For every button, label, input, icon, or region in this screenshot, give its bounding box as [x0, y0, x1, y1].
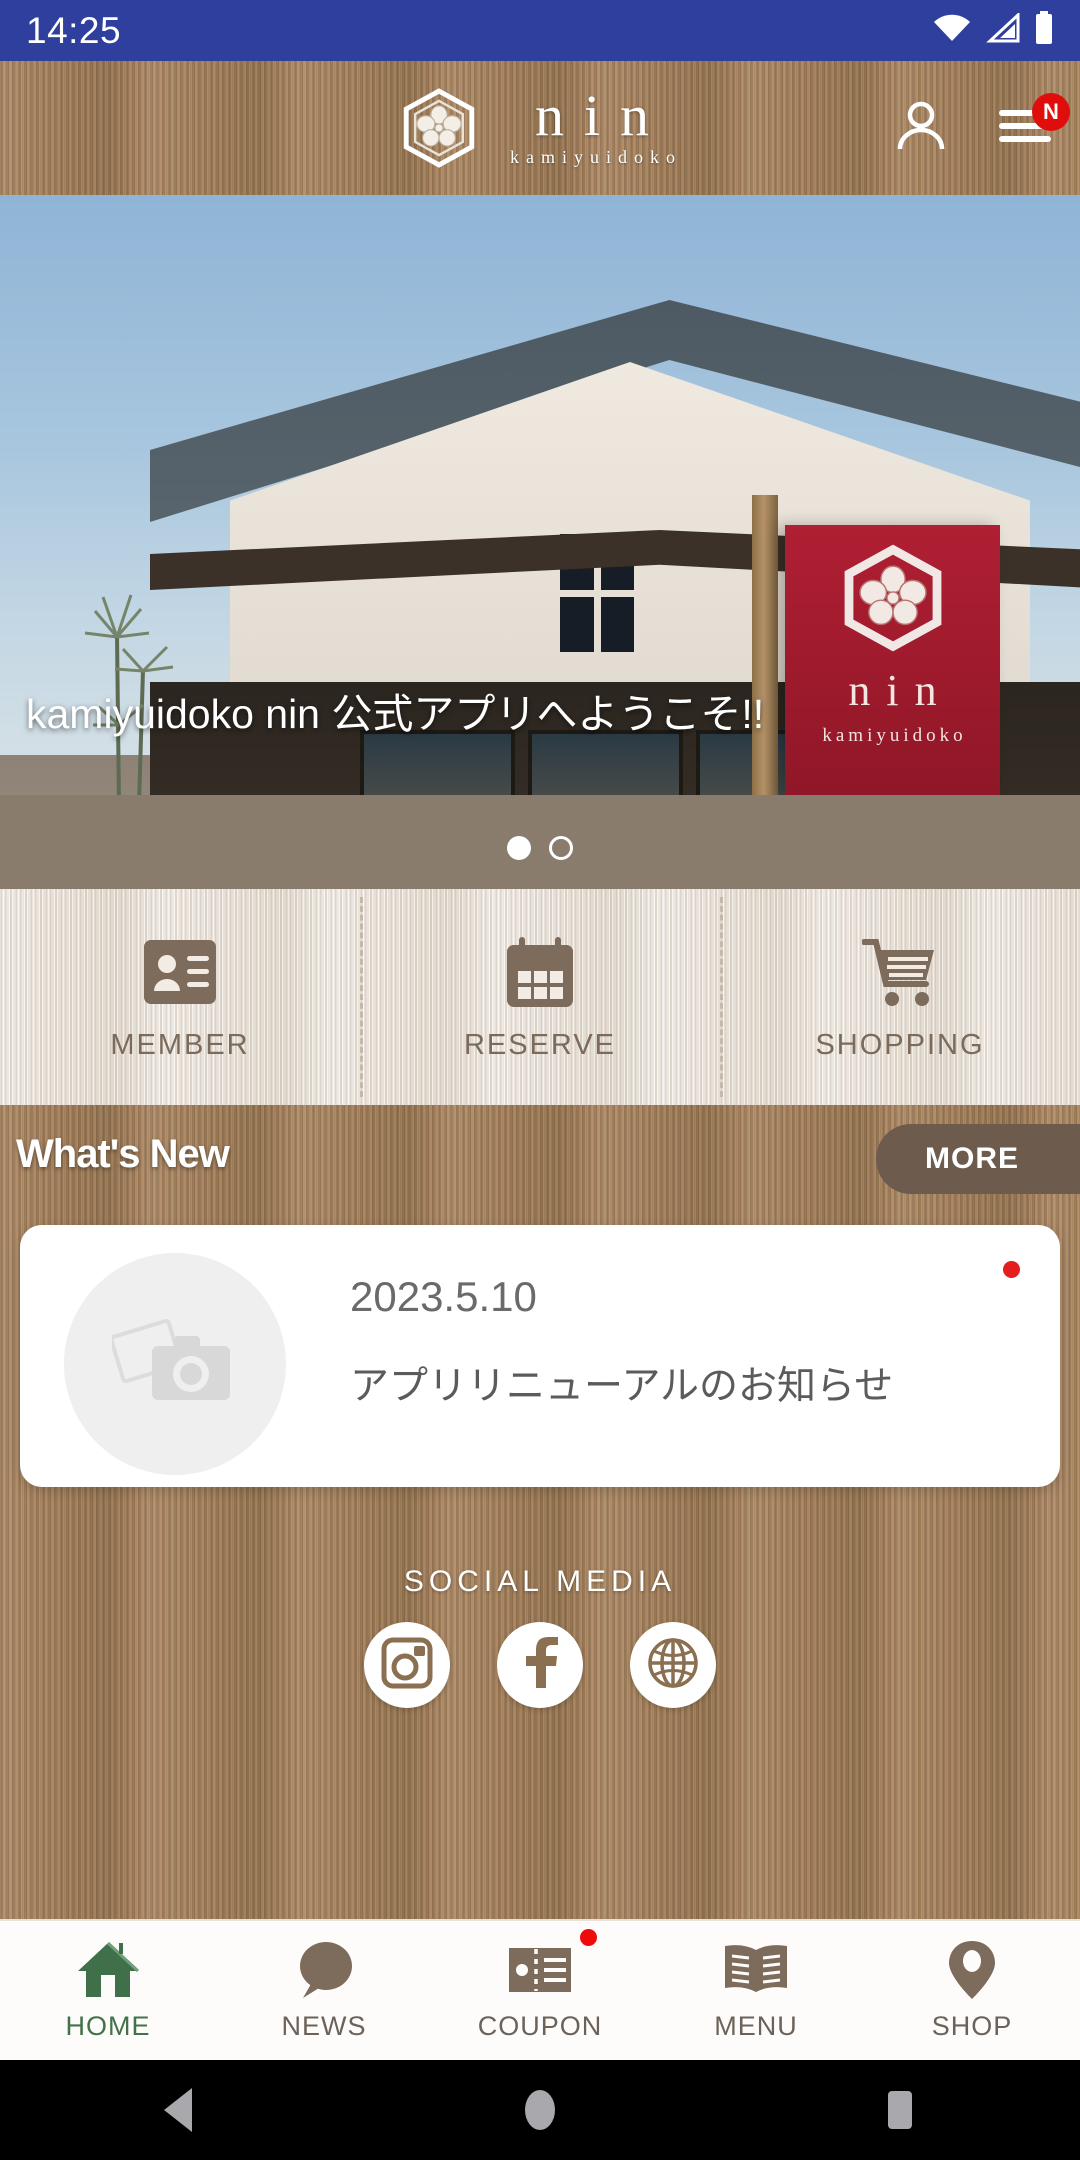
bottom-navigation: HOME NEWS COUPON MENU SHOP — [0, 1919, 1080, 2060]
header-actions: N — [892, 61, 1070, 195]
nav-item-label: SHOP — [931, 2011, 1013, 2041]
main-content: What's New MORE 2023.5.10 アプリリニューアルのお知らせ — [0, 1105, 1080, 1919]
whats-new-header: What's New MORE — [0, 1124, 1080, 1200]
nav-item-label: MENU — [714, 2011, 798, 2041]
news-thumbnail — [64, 1253, 286, 1475]
recents-square-icon[interactable] — [840, 2080, 960, 2140]
social-link-facebook[interactable] — [497, 1622, 583, 1708]
website-globe-icon — [647, 1637, 699, 1694]
nav-item-home[interactable]: HOME — [0, 1921, 216, 2062]
quick-action-reserve[interactable]: RESERVE — [360, 889, 720, 1105]
social-media-label: SOCIAL MEDIA — [403, 1565, 677, 1598]
storefront-window — [528, 730, 683, 795]
home-icon — [75, 1939, 141, 2001]
photo-camera-placeholder-icon — [109, 1310, 238, 1419]
nav-item-news[interactable]: NEWS — [216, 1921, 432, 2062]
menu-button[interactable]: N — [996, 93, 1070, 157]
status-bar: 14:25 — [0, 0, 1080, 61]
menu-notification-badge: N — [1032, 93, 1070, 131]
status-bar-clock: 14:25 — [26, 9, 122, 51]
quick-action-label: SHOPPING — [815, 1028, 985, 1061]
hexagon-flower-crest-icon — [398, 87, 480, 169]
brand-wordmark: nin kamiyuidoko — [502, 82, 682, 168]
nav-item-label: NEWS — [281, 2011, 367, 2041]
news-unread-badge — [1003, 1261, 1020, 1278]
brand-subtitle: kamiyuidoko — [510, 147, 682, 168]
quick-action-label: RESERVE — [463, 1028, 617, 1061]
quick-action-shopping[interactable]: SHOPPING — [720, 889, 1080, 1105]
social-link-instagram[interactable] — [364, 1622, 450, 1708]
ticket-icon — [508, 1939, 572, 2001]
quick-action-member[interactable]: MEMBER — [0, 889, 360, 1105]
quick-action-label: MEMBER — [110, 1028, 250, 1061]
whats-new-more-button[interactable]: MORE — [876, 1124, 1080, 1194]
speech-bubble-icon — [293, 1939, 355, 2001]
calendar-icon — [501, 933, 579, 1011]
app-header: nin kamiyuidoko N — [0, 61, 1080, 195]
id-card-icon — [141, 933, 219, 1011]
status-bar-icons — [932, 11, 1054, 50]
app-screen: 14:25 nin kamiyuidoko N nin kamiyuidoko … — [0, 0, 1080, 2160]
news-date: 2023.5.10 — [350, 1273, 537, 1320]
banner-brand-name: nin — [848, 666, 953, 715]
instagram-icon — [381, 1637, 433, 1694]
map-pin-icon — [947, 1939, 997, 2001]
wifi-icon — [932, 13, 972, 48]
coupon-badge-dot — [580, 1929, 597, 1946]
nav-item-shop[interactable]: SHOP — [864, 1921, 1080, 2062]
hexagon-flower-crest-icon — [837, 543, 949, 653]
home-circle-icon[interactable] — [480, 2080, 600, 2140]
banner-brand-subtitle: kamiyuidoko — [822, 725, 967, 746]
account-button[interactable] — [892, 99, 950, 157]
brand-name: nin — [534, 82, 670, 148]
android-system-nav — [0, 2060, 1080, 2160]
shopping-cart-icon — [861, 933, 939, 1011]
social-link-website[interactable] — [630, 1622, 716, 1708]
nav-item-label: COUPON — [477, 2011, 603, 2041]
carousel-dot-active[interactable] — [507, 836, 531, 860]
back-triangle-icon[interactable] — [120, 2080, 240, 2140]
battery-icon — [1034, 11, 1054, 50]
person-icon — [894, 99, 948, 158]
hero-caption: kamiyuidoko nin 公式アプリへようこそ!! — [26, 691, 765, 737]
carousel-dot[interactable] — [549, 836, 573, 860]
cellular-signal-icon — [986, 11, 1020, 48]
social-media-links — [0, 1622, 1080, 1708]
news-title: アプリリニューアルのお知らせ — [350, 1365, 894, 1408]
facebook-icon — [517, 1636, 563, 1694]
wooden-post — [752, 495, 778, 795]
hero-carousel[interactable]: nin kamiyuidoko kamiyuidoko nin 公式アプリへよう… — [0, 195, 1080, 889]
storefront-window — [360, 730, 515, 795]
quick-actions-bar: MEMBER RESERVE SHOPPING — [0, 889, 1080, 1105]
carousel-dots[interactable] — [0, 836, 1080, 860]
nav-item-label: HOME — [65, 2011, 151, 2041]
open-book-icon — [721, 1939, 791, 2001]
nav-item-menu[interactable]: MENU — [648, 1921, 864, 2062]
section-title: What's New — [16, 1132, 230, 1176]
shop-banner: nin kamiyuidoko — [785, 525, 1000, 795]
nav-item-coupon[interactable]: COUPON — [432, 1921, 648, 2062]
news-list-item[interactable]: 2023.5.10 アプリリニューアルのお知らせ — [20, 1225, 1060, 1487]
